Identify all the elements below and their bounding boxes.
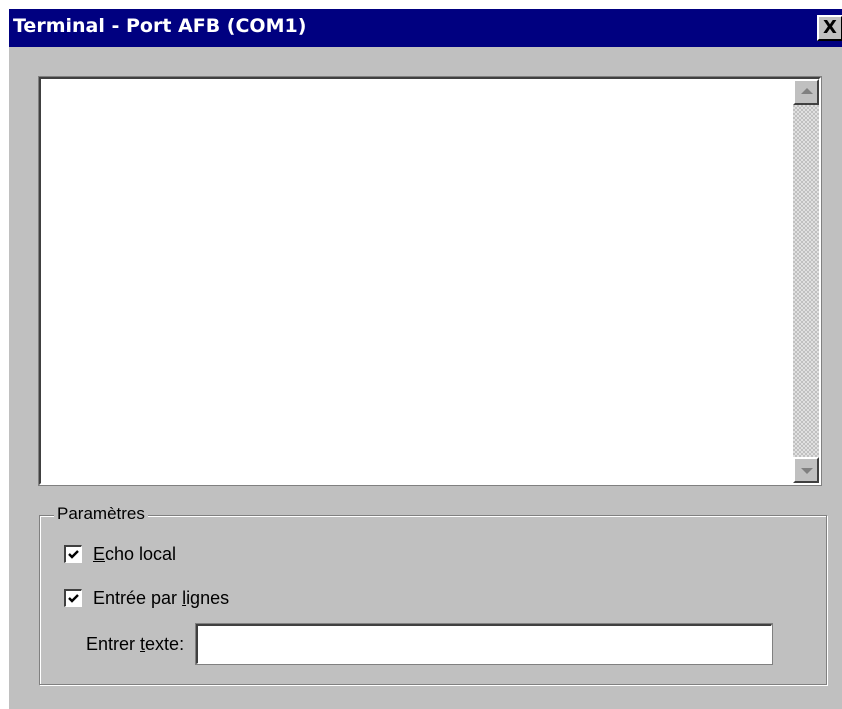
terminal-output-area[interactable] (38, 76, 822, 486)
scroll-up-button[interactable] (793, 79, 819, 105)
enter-text-label-before: Entrer (86, 633, 141, 654)
line-input-option[interactable]: Entrée par lignes (64, 586, 229, 610)
checkmark-icon (68, 550, 79, 559)
line-input-label-before: Entrée par (93, 587, 183, 608)
line-input-label: Entrée par lignes (93, 588, 229, 609)
scroll-up-arrow-icon (801, 88, 813, 94)
echo-local-label-rest: cho local (105, 543, 177, 564)
echo-local-hotkey: E (93, 543, 106, 564)
scroll-down-arrow-icon (801, 468, 813, 474)
scroll-down-button[interactable] (793, 457, 819, 483)
title-bar[interactable]: Terminal - Port AFB (COM1) X (9, 9, 842, 47)
enter-text-label: Entrer texte: (86, 634, 184, 655)
checkmark-icon (68, 594, 79, 603)
parameters-groupbox: Paramètres Echo local Entrée par lignes … (39, 504, 827, 685)
enter-text-input[interactable] (195, 623, 774, 665)
echo-local-option[interactable]: Echo local (64, 542, 176, 566)
close-button[interactable]: X (817, 15, 842, 41)
enter-text-label-after: exte: (145, 633, 185, 654)
window-title: Terminal - Port AFB (COM1) (13, 15, 307, 37)
enter-text-row: Entrer texte: (86, 623, 774, 665)
line-input-label-after: ignes (186, 587, 230, 608)
echo-local-label: Echo local (93, 544, 176, 565)
close-icon: X (823, 17, 837, 38)
parameters-group-label: Paramètres (54, 504, 148, 524)
line-input-checkbox[interactable] (64, 589, 82, 607)
vertical-scrollbar[interactable] (793, 79, 819, 483)
terminal-window: Terminal - Port AFB (COM1) X Paramètres … (8, 8, 842, 709)
terminal-output-text (45, 83, 789, 479)
echo-local-checkbox[interactable] (64, 545, 82, 563)
